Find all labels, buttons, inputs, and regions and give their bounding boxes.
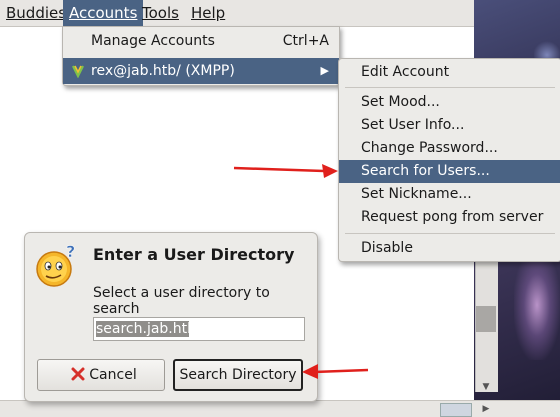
status-indicator	[440, 403, 472, 417]
directory-field[interactable]	[93, 317, 305, 341]
menu-item-label: Change Password...	[361, 140, 498, 156]
scroll-down-arrow[interactable]: ▼	[476, 380, 496, 394]
xmpp-protocol-icon	[72, 65, 84, 78]
menu-item-label: rex@jab.htb/ (XMPP)	[91, 63, 235, 79]
menu-item-label: Request pong from server	[361, 209, 544, 225]
menu-item-search-for-users[interactable]: Search for Users...	[339, 160, 560, 183]
annotation-arrow-search-users	[233, 164, 338, 178]
status-bar: ▶	[0, 400, 560, 417]
submenu-arrow-icon: ▶	[320, 64, 329, 77]
menu-item-account-rex[interactable]: rex@jab.htb/ (XMPP) ▶	[63, 58, 339, 84]
menu-accounts[interactable]: Accounts	[63, 0, 144, 26]
menu-item-manage-accounts[interactable]: Manage Accounts Ctrl+A	[63, 28, 339, 54]
shortcut-label: Ctrl+A	[282, 33, 329, 49]
wallpaper-glow	[514, 250, 560, 360]
menu-item-change-password[interactable]: Change Password...	[339, 137, 560, 160]
scrollbar-thumb[interactable]	[476, 306, 496, 332]
menu-item-set-nickname[interactable]: Set Nickname...	[339, 183, 560, 206]
search-directory-label: Search Directory	[179, 367, 297, 383]
menu-item-label: Disable	[361, 240, 413, 256]
menu-separator	[345, 87, 555, 88]
scroll-right-arrow[interactable]: ▶	[478, 402, 494, 416]
menu-item-set-mood[interactable]: Set Mood...	[339, 91, 560, 114]
annotation-arrow-search-directory	[302, 364, 369, 379]
svg-text:?: ?	[66, 243, 75, 261]
dialog-description: Select a user directory to search	[93, 285, 270, 317]
menu-tools[interactable]: Tools	[136, 0, 185, 26]
menu-item-label: Set Mood...	[361, 94, 440, 110]
user-directory-dialog: ? Enter a User Directory Select a user d…	[24, 232, 318, 402]
menu-separator	[345, 233, 555, 234]
menu-item-label: Set Nickname...	[361, 186, 472, 202]
dialog-title: Enter a User Directory	[93, 245, 295, 264]
account-submenu: Edit Account Set Mood... Set User Info..…	[338, 58, 560, 262]
cancel-button-label: Cancel	[89, 367, 137, 383]
menu-item-label: Set User Info...	[361, 117, 465, 133]
menu-item-set-user-info[interactable]: Set User Info...	[339, 114, 560, 137]
menu-help[interactable]: Help	[185, 0, 231, 26]
menu-item-disable[interactable]: Disable	[339, 237, 560, 260]
menu-item-request-pong[interactable]: Request pong from server	[339, 206, 560, 229]
accounts-menu: Manage Accounts Ctrl+A rex@jab.htb/ (XMP…	[62, 26, 340, 86]
directory-input[interactable]	[94, 318, 298, 340]
menubar: Buddies Accounts Tools Help	[0, 0, 474, 27]
search-directory-button[interactable]: Search Directory	[173, 359, 303, 391]
question-smiley-icon: ?	[36, 243, 76, 287]
menu-item-edit-account[interactable]: Edit Account	[339, 61, 560, 84]
menu-item-label: Search for Users...	[361, 163, 490, 179]
menu-buddies[interactable]: Buddies	[0, 0, 72, 26]
menu-item-label: Manage Accounts	[91, 33, 215, 49]
menu-item-label: Edit Account	[361, 64, 450, 80]
cancel-button[interactable]: Cancel	[37, 359, 165, 391]
